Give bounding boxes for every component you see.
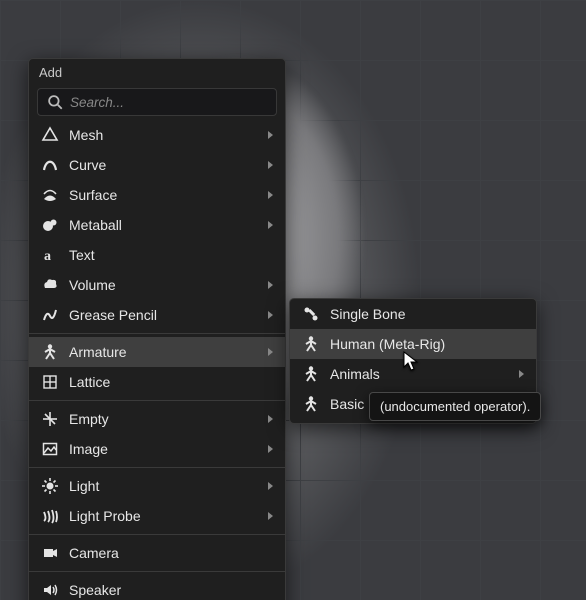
menu-separator — [29, 400, 285, 401]
submenu-arrow-icon — [268, 348, 273, 356]
grease-pencil-icon — [39, 304, 61, 326]
light-icon — [39, 475, 61, 497]
submenu-arrow-icon — [268, 415, 273, 423]
speaker-icon — [39, 579, 61, 600]
add-menu-item-label: Metaball — [69, 217, 268, 233]
armature-submenu-item-label: Single Bone — [330, 306, 528, 322]
add-menu-item-image[interactable]: Image — [29, 434, 285, 464]
tooltip: (undocumented operator). — [369, 392, 541, 421]
armature-submenu-item-label: Animals — [330, 366, 519, 382]
curve-icon — [39, 154, 61, 176]
add-menu-item-label: Volume — [69, 277, 268, 293]
surface-icon — [39, 184, 61, 206]
add-menu-item-speaker[interactable]: Speaker — [29, 575, 285, 600]
add-menu-item-label: Surface — [69, 187, 268, 203]
empty-icon — [39, 408, 61, 430]
submenu-arrow-icon — [519, 370, 524, 378]
menu-separator — [29, 333, 285, 334]
mesh-icon — [39, 124, 61, 146]
submenu-arrow-icon — [268, 445, 273, 453]
menu-separator — [29, 534, 285, 535]
armature-icon — [300, 363, 322, 385]
armature-icon — [300, 393, 322, 415]
armature-icon — [39, 341, 61, 363]
search-input[interactable] — [70, 95, 268, 110]
armature-submenu-item-animals[interactable]: Animals — [290, 359, 536, 389]
add-menu-item-label: Speaker — [69, 582, 277, 598]
search-row[interactable] — [37, 88, 277, 116]
add-menu: Add Mesh Curve Surface Metaball Text Volume Gr… — [28, 58, 286, 600]
add-menu-title: Add — [29, 59, 285, 86]
add-menu-item-camera[interactable]: Camera — [29, 538, 285, 568]
add-menu-item-label: Light Probe — [69, 508, 268, 524]
menu-separator — [29, 467, 285, 468]
light-probe-icon — [39, 505, 61, 527]
submenu-arrow-icon — [268, 191, 273, 199]
add-menu-item-label: Camera — [69, 545, 277, 561]
add-menu-item-label: Lattice — [69, 374, 277, 390]
bone-icon — [300, 303, 322, 325]
armature-icon — [300, 333, 322, 355]
viewport-3d[interactable]: Add Mesh Curve Surface Metaball Text Volume Gr… — [0, 0, 586, 600]
metaball-icon — [39, 214, 61, 236]
add-menu-item-grease-pencil[interactable]: Grease Pencil — [29, 300, 285, 330]
camera-icon — [39, 542, 61, 564]
submenu-arrow-icon — [268, 221, 273, 229]
add-menu-item-text[interactable]: Text — [29, 240, 285, 270]
add-menu-item-label: Text — [69, 247, 277, 263]
search-icon — [46, 93, 64, 111]
submenu-arrow-icon — [268, 512, 273, 520]
add-menu-item-volume[interactable]: Volume — [29, 270, 285, 300]
add-menu-item-light[interactable]: Light — [29, 471, 285, 501]
submenu-arrow-icon — [268, 161, 273, 169]
add-menu-item-label: Light — [69, 478, 268, 494]
add-menu-item-armature[interactable]: Armature — [29, 337, 285, 367]
add-menu-item-curve[interactable]: Curve — [29, 150, 285, 180]
submenu-arrow-icon — [268, 131, 273, 139]
add-menu-item-mesh[interactable]: Mesh — [29, 120, 285, 150]
menu-separator — [29, 571, 285, 572]
add-menu-item-label: Curve — [69, 157, 268, 173]
armature-submenu-item-single-bone[interactable]: Single Bone — [290, 299, 536, 329]
armature-submenu-item-label: Human (Meta-Rig) — [330, 336, 528, 352]
image-icon — [39, 438, 61, 460]
submenu-arrow-icon — [268, 281, 273, 289]
lattice-icon — [39, 371, 61, 393]
add-menu-item-empty[interactable]: Empty — [29, 404, 285, 434]
submenu-arrow-icon — [268, 311, 273, 319]
submenu-arrow-icon — [268, 482, 273, 490]
add-menu-item-label: Mesh — [69, 127, 268, 143]
armature-submenu-item-human-meta-rig[interactable]: Human (Meta-Rig) — [290, 329, 536, 359]
volume-icon — [39, 274, 61, 296]
add-menu-item-label: Armature — [69, 344, 268, 360]
add-menu-item-light-probe[interactable]: Light Probe — [29, 501, 285, 531]
add-menu-item-lattice[interactable]: Lattice — [29, 367, 285, 397]
text-icon — [39, 244, 61, 266]
add-menu-item-metaball[interactable]: Metaball — [29, 210, 285, 240]
add-menu-item-label: Grease Pencil — [69, 307, 268, 323]
add-menu-item-label: Empty — [69, 411, 268, 427]
add-menu-item-surface[interactable]: Surface — [29, 180, 285, 210]
add-menu-item-label: Image — [69, 441, 268, 457]
